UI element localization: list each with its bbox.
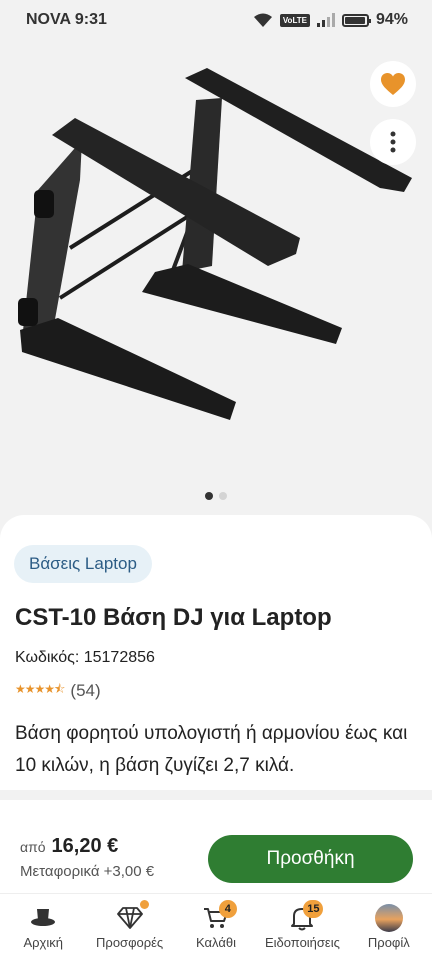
rating-stars: ★★★★⯪ xyxy=(15,682,65,696)
product-title: CST-10 Βάση DJ για Laptop xyxy=(15,604,332,631)
laptop-stand-image xyxy=(18,68,412,420)
price-line: από 16,20 € xyxy=(20,835,118,858)
product-description: Βάση φορητού υπολογιστή ή αρμονίου έως κ… xyxy=(15,723,408,776)
volte-indicator: VoLTE xyxy=(279,13,310,27)
carrier-time: NOVA 9:31 xyxy=(26,11,107,28)
price-bar: από 16,20 € Μεταφορικά +3,00 € Προσθήκη xyxy=(0,805,432,895)
product-code: Κωδικός: 15172856 xyxy=(15,649,155,666)
shipping-cost: Μεταφορικά +3,00 € xyxy=(20,863,155,880)
notifications-badge: 15 xyxy=(303,900,324,918)
nav-profile[interactable]: Προφίλ xyxy=(346,894,432,960)
offers-dot xyxy=(140,900,150,909)
battery-level xyxy=(344,16,365,24)
divider xyxy=(0,790,432,800)
nav-cart[interactable]: 4 Καλάθι xyxy=(173,894,259,960)
gallery-pagination xyxy=(0,492,432,500)
category-chip[interactable]: Βάσεις Laptop xyxy=(14,545,152,583)
battery-percent: 94% xyxy=(375,11,408,28)
nav-offers[interactable]: Προσφορές xyxy=(86,894,172,960)
nav-label: Ειδοποιήσεις xyxy=(264,935,340,950)
nav-home[interactable]: Αρχική xyxy=(0,894,86,960)
gallery-dot[interactable] xyxy=(205,492,213,500)
status-icons: VoLTE 94% xyxy=(253,11,408,29)
battery-icon xyxy=(341,13,371,27)
avatar-icon xyxy=(374,904,403,932)
status-bar: NOVA 9:31 VoLTE 94% xyxy=(0,0,432,40)
product-info: Βάσεις Laptop CST-10 Βάση DJ για Laptop … xyxy=(0,515,432,805)
diamond-icon xyxy=(116,907,143,929)
nav-label: Προφίλ xyxy=(367,935,410,950)
more-options-button[interactable] xyxy=(370,119,416,165)
rating[interactable]: ★★★★⯪ (54) xyxy=(15,680,101,701)
nav-label: Αρχική xyxy=(23,935,63,950)
wifi-icon xyxy=(253,13,272,27)
bottom-nav: Αρχική Προσφορές 4 Καλάθι 15 Ειδοποιήσει… xyxy=(0,893,432,960)
more-vertical-icon xyxy=(390,131,396,153)
heart-icon xyxy=(381,73,405,95)
nav-notifications[interactable]: 15 Ειδοποιήσεις xyxy=(259,894,345,960)
add-to-cart-button[interactable]: Προσθήκη xyxy=(208,835,413,883)
gallery-dot[interactable] xyxy=(219,492,227,500)
price: 16,20 € xyxy=(51,835,119,857)
review-count: (54) xyxy=(70,680,101,700)
price-from-label: από xyxy=(20,839,46,855)
cart-badge: 4 xyxy=(218,900,237,918)
product-gallery[interactable] xyxy=(0,40,432,540)
nav-label: Καλάθι xyxy=(196,935,236,950)
favorite-button[interactable] xyxy=(370,61,416,107)
nav-label: Προσφορές xyxy=(96,935,164,950)
hat-icon xyxy=(31,909,56,926)
signal-icon xyxy=(316,13,335,27)
